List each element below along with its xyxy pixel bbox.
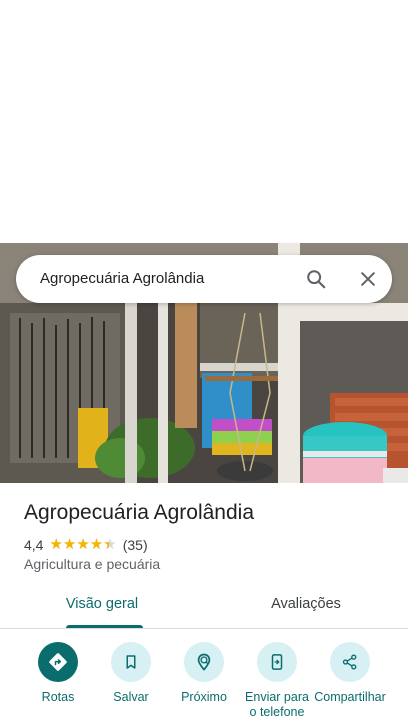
review-count: (35) xyxy=(122,537,148,553)
action-buttons: Rotas Salvar Próximo Enviar para o telef… xyxy=(0,642,408,726)
nearby-button[interactable]: Próximo xyxy=(166,642,242,705)
send-to-phone-icon xyxy=(257,642,297,682)
share-button[interactable]: Compartilhar xyxy=(312,642,388,705)
directions-button[interactable]: Rotas xyxy=(20,642,96,705)
search-bar[interactable]: Agropecuária Agrolândia xyxy=(16,255,392,303)
send-to-phone-label: Enviar para o telefone xyxy=(245,690,309,719)
tab-overview[interactable]: Visão geral xyxy=(0,586,204,628)
save-button[interactable]: Salvar xyxy=(93,642,169,705)
tab-reviews[interactable]: Avaliações xyxy=(204,586,408,628)
send-to-phone-button[interactable]: Enviar para o telefone xyxy=(239,642,315,720)
directions-icon xyxy=(38,642,78,682)
place-details-screen: Agropecuária Agrolândia Agropecuária Agr… xyxy=(0,0,408,726)
rating-value: 4,4 xyxy=(24,537,44,553)
share-icon xyxy=(330,642,370,682)
search-query-text[interactable]: Agropecuária Agrolândia xyxy=(40,255,204,303)
close-icon[interactable] xyxy=(354,265,382,293)
place-title: Agropecuária Agrolândia xyxy=(24,501,254,524)
save-label: Salvar xyxy=(113,690,149,704)
active-tab-indicator xyxy=(66,625,143,628)
place-category: Agricultura e pecuária xyxy=(24,556,161,572)
share-label: Compartilhar xyxy=(314,690,386,704)
search-icon[interactable] xyxy=(302,265,330,293)
rating-row[interactable]: 4,4 ★★★★★ ★★★★★ (35) xyxy=(24,536,148,554)
star-rating: ★★★★★ ★★★★★ xyxy=(49,536,116,554)
directions-label: Rotas xyxy=(41,690,75,704)
nearby-label: Próximo xyxy=(181,690,227,704)
bookmark-icon xyxy=(111,642,151,682)
tab-bar: Visão geral Avaliações xyxy=(0,586,408,629)
stars-filled-icon: ★★★★★ xyxy=(49,536,108,553)
nearby-icon xyxy=(184,642,224,682)
map-area[interactable] xyxy=(0,0,408,243)
